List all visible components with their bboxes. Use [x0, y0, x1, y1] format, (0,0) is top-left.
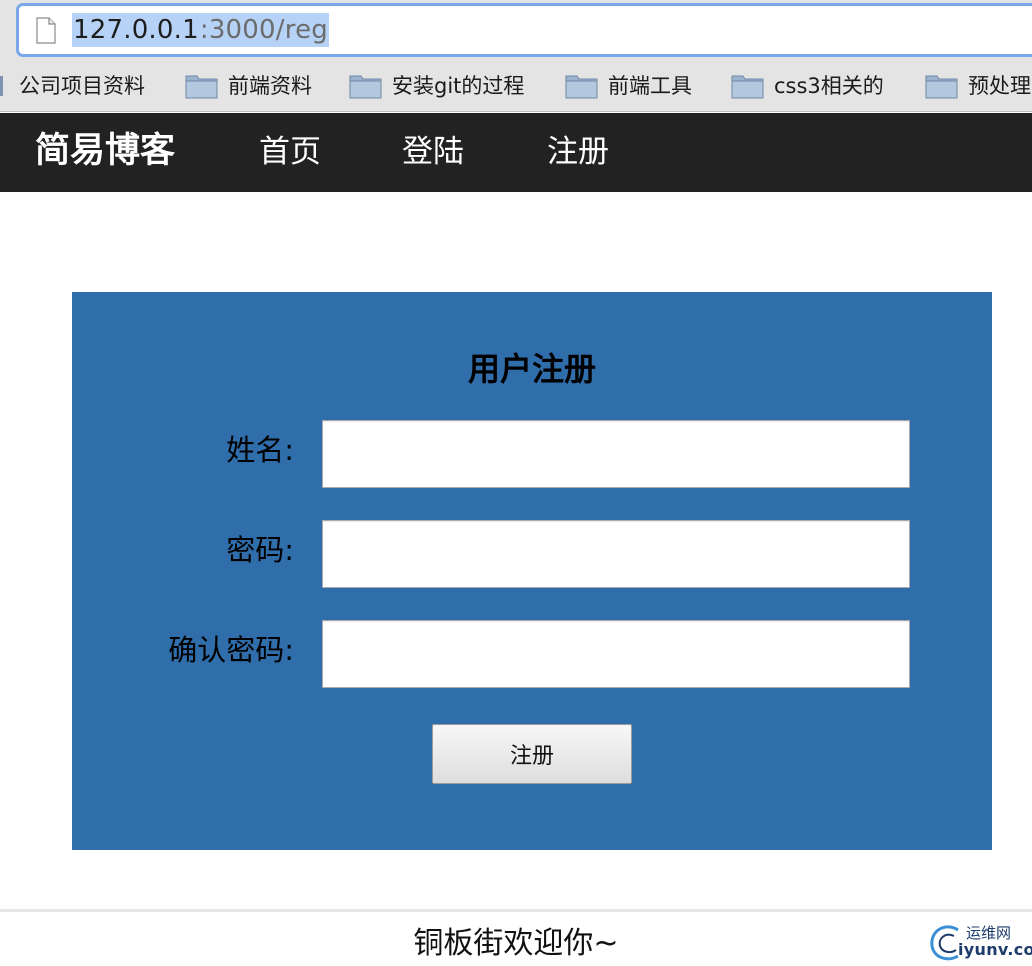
form-title: 用户注册	[467, 350, 596, 388]
name-label: 姓名:	[226, 433, 294, 467]
register-panel: 用户注册 姓名: 密码: 确认密码: 注册	[72, 292, 992, 850]
url-path: :3000/reg	[199, 13, 329, 47]
nav-link-register[interactable]: 注册	[547, 131, 609, 173]
bookmark-item[interactable]: 公司项目资料	[19, 70, 145, 100]
folder-icon	[185, 75, 218, 98]
footer-divider	[0, 909, 1032, 912]
browser-chrome: 127.0.0.1:3000/reg 公司项目资料 前端资料 安装git的过程…	[0, 0, 1032, 112]
watermark-en: iyunv.com	[958, 940, 1032, 959]
bookmark-item[interactable]: 前端工具	[565, 70, 692, 100]
name-input[interactable]	[322, 420, 910, 488]
bookmark-label: css3相关的	[774, 74, 884, 98]
bookmark-label: 公司项目资料	[19, 74, 145, 98]
url-host: 127.0.0.1	[72, 13, 200, 47]
register-button[interactable]: 注册	[432, 724, 632, 784]
bookmark-label: 前端工具	[608, 74, 692, 98]
bookmark-item[interactable]: css3相关的	[731, 70, 884, 100]
bookmarks-bar: 公司项目资料 前端资料 安装git的过程 前端工具 css3相关的 预处理	[0, 62, 1032, 108]
folder-icon	[349, 75, 382, 98]
bookmark-label: 前端资料	[228, 74, 312, 98]
bookmark-item[interactable]: 预处理	[925, 70, 1031, 100]
bookmark-item[interactable]: 前端资料	[185, 70, 312, 100]
bookmark-item[interactable]: 安装git的过程	[349, 70, 524, 100]
site-brand[interactable]: 简易博客	[35, 129, 175, 173]
footer-text: 铜板街欢迎你~	[413, 926, 619, 961]
page-root: 127.0.0.1:3000/reg 公司项目资料 前端资料 安装git的过程…	[0, 0, 1032, 966]
password-label: 密码:	[226, 533, 294, 567]
url-text[interactable]: 127.0.0.1:3000/reg	[72, 12, 329, 48]
folder-icon	[565, 75, 598, 98]
confirm-password-label: 确认密码:	[168, 633, 294, 667]
watermark-logo: 运维网 iyunv.com	[928, 920, 1032, 964]
bookmark-label: 预处理	[968, 74, 1031, 98]
nav-link-home[interactable]: 首页	[259, 131, 321, 173]
confirm-password-input[interactable]	[322, 620, 910, 688]
bookmark-label: 安装git的过程	[392, 74, 525, 98]
folder-icon	[0, 76, 3, 96]
folder-icon	[925, 75, 958, 98]
site-navbar: 简易博客 首页 登陆 注册	[0, 113, 1032, 192]
address-bar[interactable]: 127.0.0.1:3000/reg	[16, 3, 1032, 57]
folder-icon	[731, 75, 764, 98]
password-input[interactable]	[322, 520, 910, 588]
document-icon	[36, 17, 56, 44]
nav-link-login[interactable]: 登陆	[402, 131, 464, 173]
